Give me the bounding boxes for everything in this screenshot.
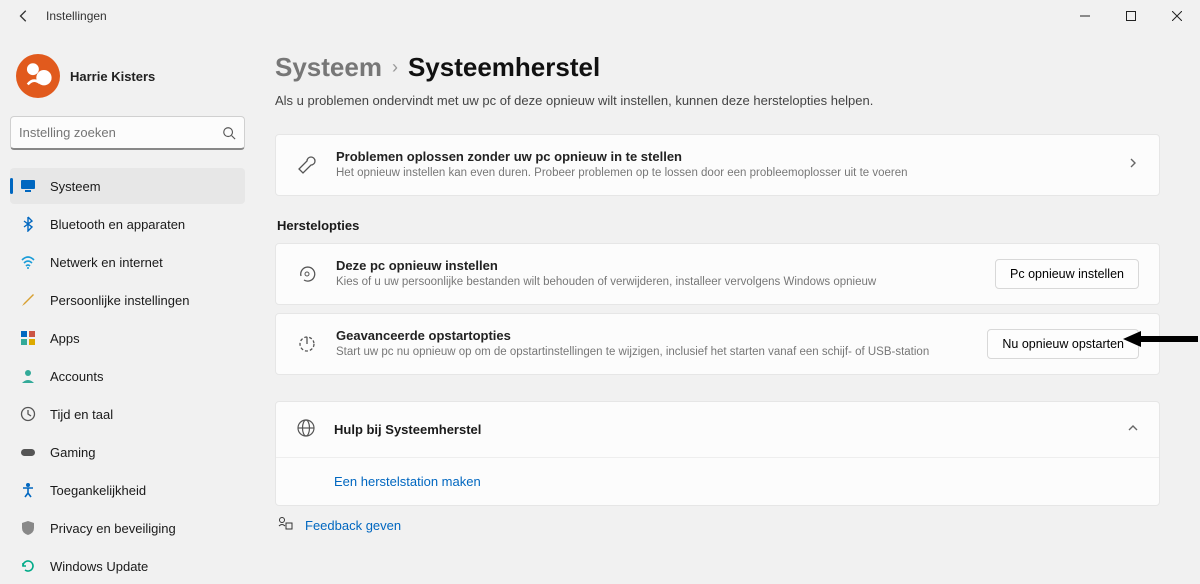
search-input[interactable]	[19, 125, 222, 140]
reset-icon	[296, 263, 318, 285]
person-icon	[20, 368, 36, 384]
avatar	[16, 54, 60, 98]
advanced-title: Geavanceerde opstartopties	[336, 328, 969, 343]
game-icon	[20, 444, 36, 460]
search-icon	[222, 126, 236, 140]
window-controls	[1062, 0, 1200, 32]
wifi-icon	[20, 254, 36, 270]
sidebar-item-apps[interactable]: Apps	[10, 320, 245, 356]
restart-now-button[interactable]: Nu opnieuw opstarten	[987, 329, 1139, 359]
minimize-icon	[1080, 11, 1090, 21]
page-title: Systeemherstel	[408, 52, 600, 83]
page-subtitle: Als u problemen ondervindt met uw pc of …	[275, 93, 1160, 108]
advanced-desc: Start uw pc nu opnieuw op om de opstarti…	[336, 345, 969, 360]
shield-icon	[20, 520, 36, 536]
clock-icon	[20, 406, 36, 422]
recovery-heading: Herstelopties	[277, 218, 1160, 233]
sidebar-item-tijd[interactable]: Tijd en taal	[10, 396, 245, 432]
nav: Systeem Bluetooth en apparaten Netwerk e…	[10, 168, 245, 584]
sidebar-item-toegankelijkheid[interactable]: Toegankelijkheid	[10, 472, 245, 508]
help-card: Hulp bij Systeemherstel Een herstelstati…	[275, 401, 1160, 506]
close-icon	[1172, 11, 1182, 21]
power-icon	[296, 333, 318, 355]
sidebar-item-label: Bluetooth en apparaten	[50, 217, 185, 232]
troubleshoot-card[interactable]: Problemen oplossen zonder uw pc opnieuw …	[275, 134, 1160, 196]
troubleshoot-title: Problemen oplossen zonder uw pc opnieuw …	[336, 149, 1109, 164]
maximize-button[interactable]	[1108, 0, 1154, 32]
back-button[interactable]	[4, 0, 44, 32]
sidebar-item-persoonlijke[interactable]: Persoonlijke instellingen	[10, 282, 245, 318]
sidebar-item-label: Persoonlijke instellingen	[50, 293, 189, 308]
profile[interactable]: Harrie Kisters	[10, 48, 245, 116]
bluetooth-icon	[20, 216, 36, 232]
sidebar-item-bluetooth[interactable]: Bluetooth en apparaten	[10, 206, 245, 242]
help-expander[interactable]: Hulp bij Systeemherstel	[276, 402, 1159, 457]
advanced-startup-card: Geavanceerde opstartopties Start uw pc n…	[275, 313, 1160, 375]
feedback-link[interactable]: Feedback geven	[305, 518, 401, 533]
chevron-right-icon	[1127, 157, 1139, 172]
wrench-icon	[296, 154, 318, 176]
window-title: Instellingen	[46, 9, 107, 23]
chevron-up-icon	[1127, 422, 1139, 437]
sidebar-item-label: Toegankelijkheid	[50, 483, 146, 498]
minimize-button[interactable]	[1062, 0, 1108, 32]
sidebar-item-label: Apps	[50, 331, 80, 346]
globe-icon	[296, 418, 316, 441]
sidebar-item-accounts[interactable]: Accounts	[10, 358, 245, 394]
help-link[interactable]: Een herstelstation maken	[334, 474, 481, 489]
update-icon	[20, 558, 36, 574]
content: Systeem › Systeemherstel Als u problemen…	[255, 32, 1200, 581]
sidebar-item-label: Gaming	[50, 445, 96, 460]
reset-title: Deze pc opnieuw instellen	[336, 258, 977, 273]
sidebar-item-label: Tijd en taal	[50, 407, 113, 422]
sidebar-item-label: Netwerk en internet	[50, 255, 163, 270]
accessibility-icon	[20, 482, 36, 498]
maximize-icon	[1126, 11, 1136, 21]
titlebar: Instellingen	[0, 0, 1200, 32]
sidebar-item-label: Accounts	[50, 369, 103, 384]
sidebar-item-gaming[interactable]: Gaming	[10, 434, 245, 470]
sidebar-item-systeem[interactable]: Systeem	[10, 168, 245, 204]
sidebar-item-label: Windows Update	[50, 559, 148, 574]
sidebar-item-netwerk[interactable]: Netwerk en internet	[10, 244, 245, 280]
chevron-right-icon: ›	[392, 57, 398, 78]
breadcrumb-parent[interactable]: Systeem	[275, 52, 382, 83]
search-box[interactable]	[10, 116, 245, 150]
reset-pc-card: Deze pc opnieuw instellen Kies of u uw p…	[275, 243, 1160, 305]
troubleshoot-desc: Het opnieuw instellen kan even duren. Pr…	[336, 166, 1109, 181]
close-button[interactable]	[1154, 0, 1200, 32]
breadcrumb: Systeem › Systeemherstel	[275, 52, 1160, 83]
sidebar: Harrie Kisters Systeem Bluetooth en appa…	[0, 32, 255, 581]
sidebar-item-privacy[interactable]: Privacy en beveiliging	[10, 510, 245, 546]
feedback-row: Feedback geven	[275, 516, 1160, 535]
sidebar-item-label: Privacy en beveiliging	[50, 521, 176, 536]
arrow-left-icon	[17, 9, 31, 23]
monitor-icon	[20, 178, 36, 194]
sidebar-item-update[interactable]: Windows Update	[10, 548, 245, 584]
apps-icon	[20, 330, 36, 346]
reset-desc: Kies of u uw persoonlijke bestanden wilt…	[336, 275, 977, 290]
user-name: Harrie Kisters	[70, 69, 155, 84]
feedback-icon	[277, 516, 293, 535]
help-title: Hulp bij Systeemherstel	[334, 422, 1109, 437]
reset-pc-button[interactable]: Pc opnieuw instellen	[995, 259, 1139, 289]
sidebar-item-label: Systeem	[50, 179, 101, 194]
brush-icon	[20, 292, 36, 308]
